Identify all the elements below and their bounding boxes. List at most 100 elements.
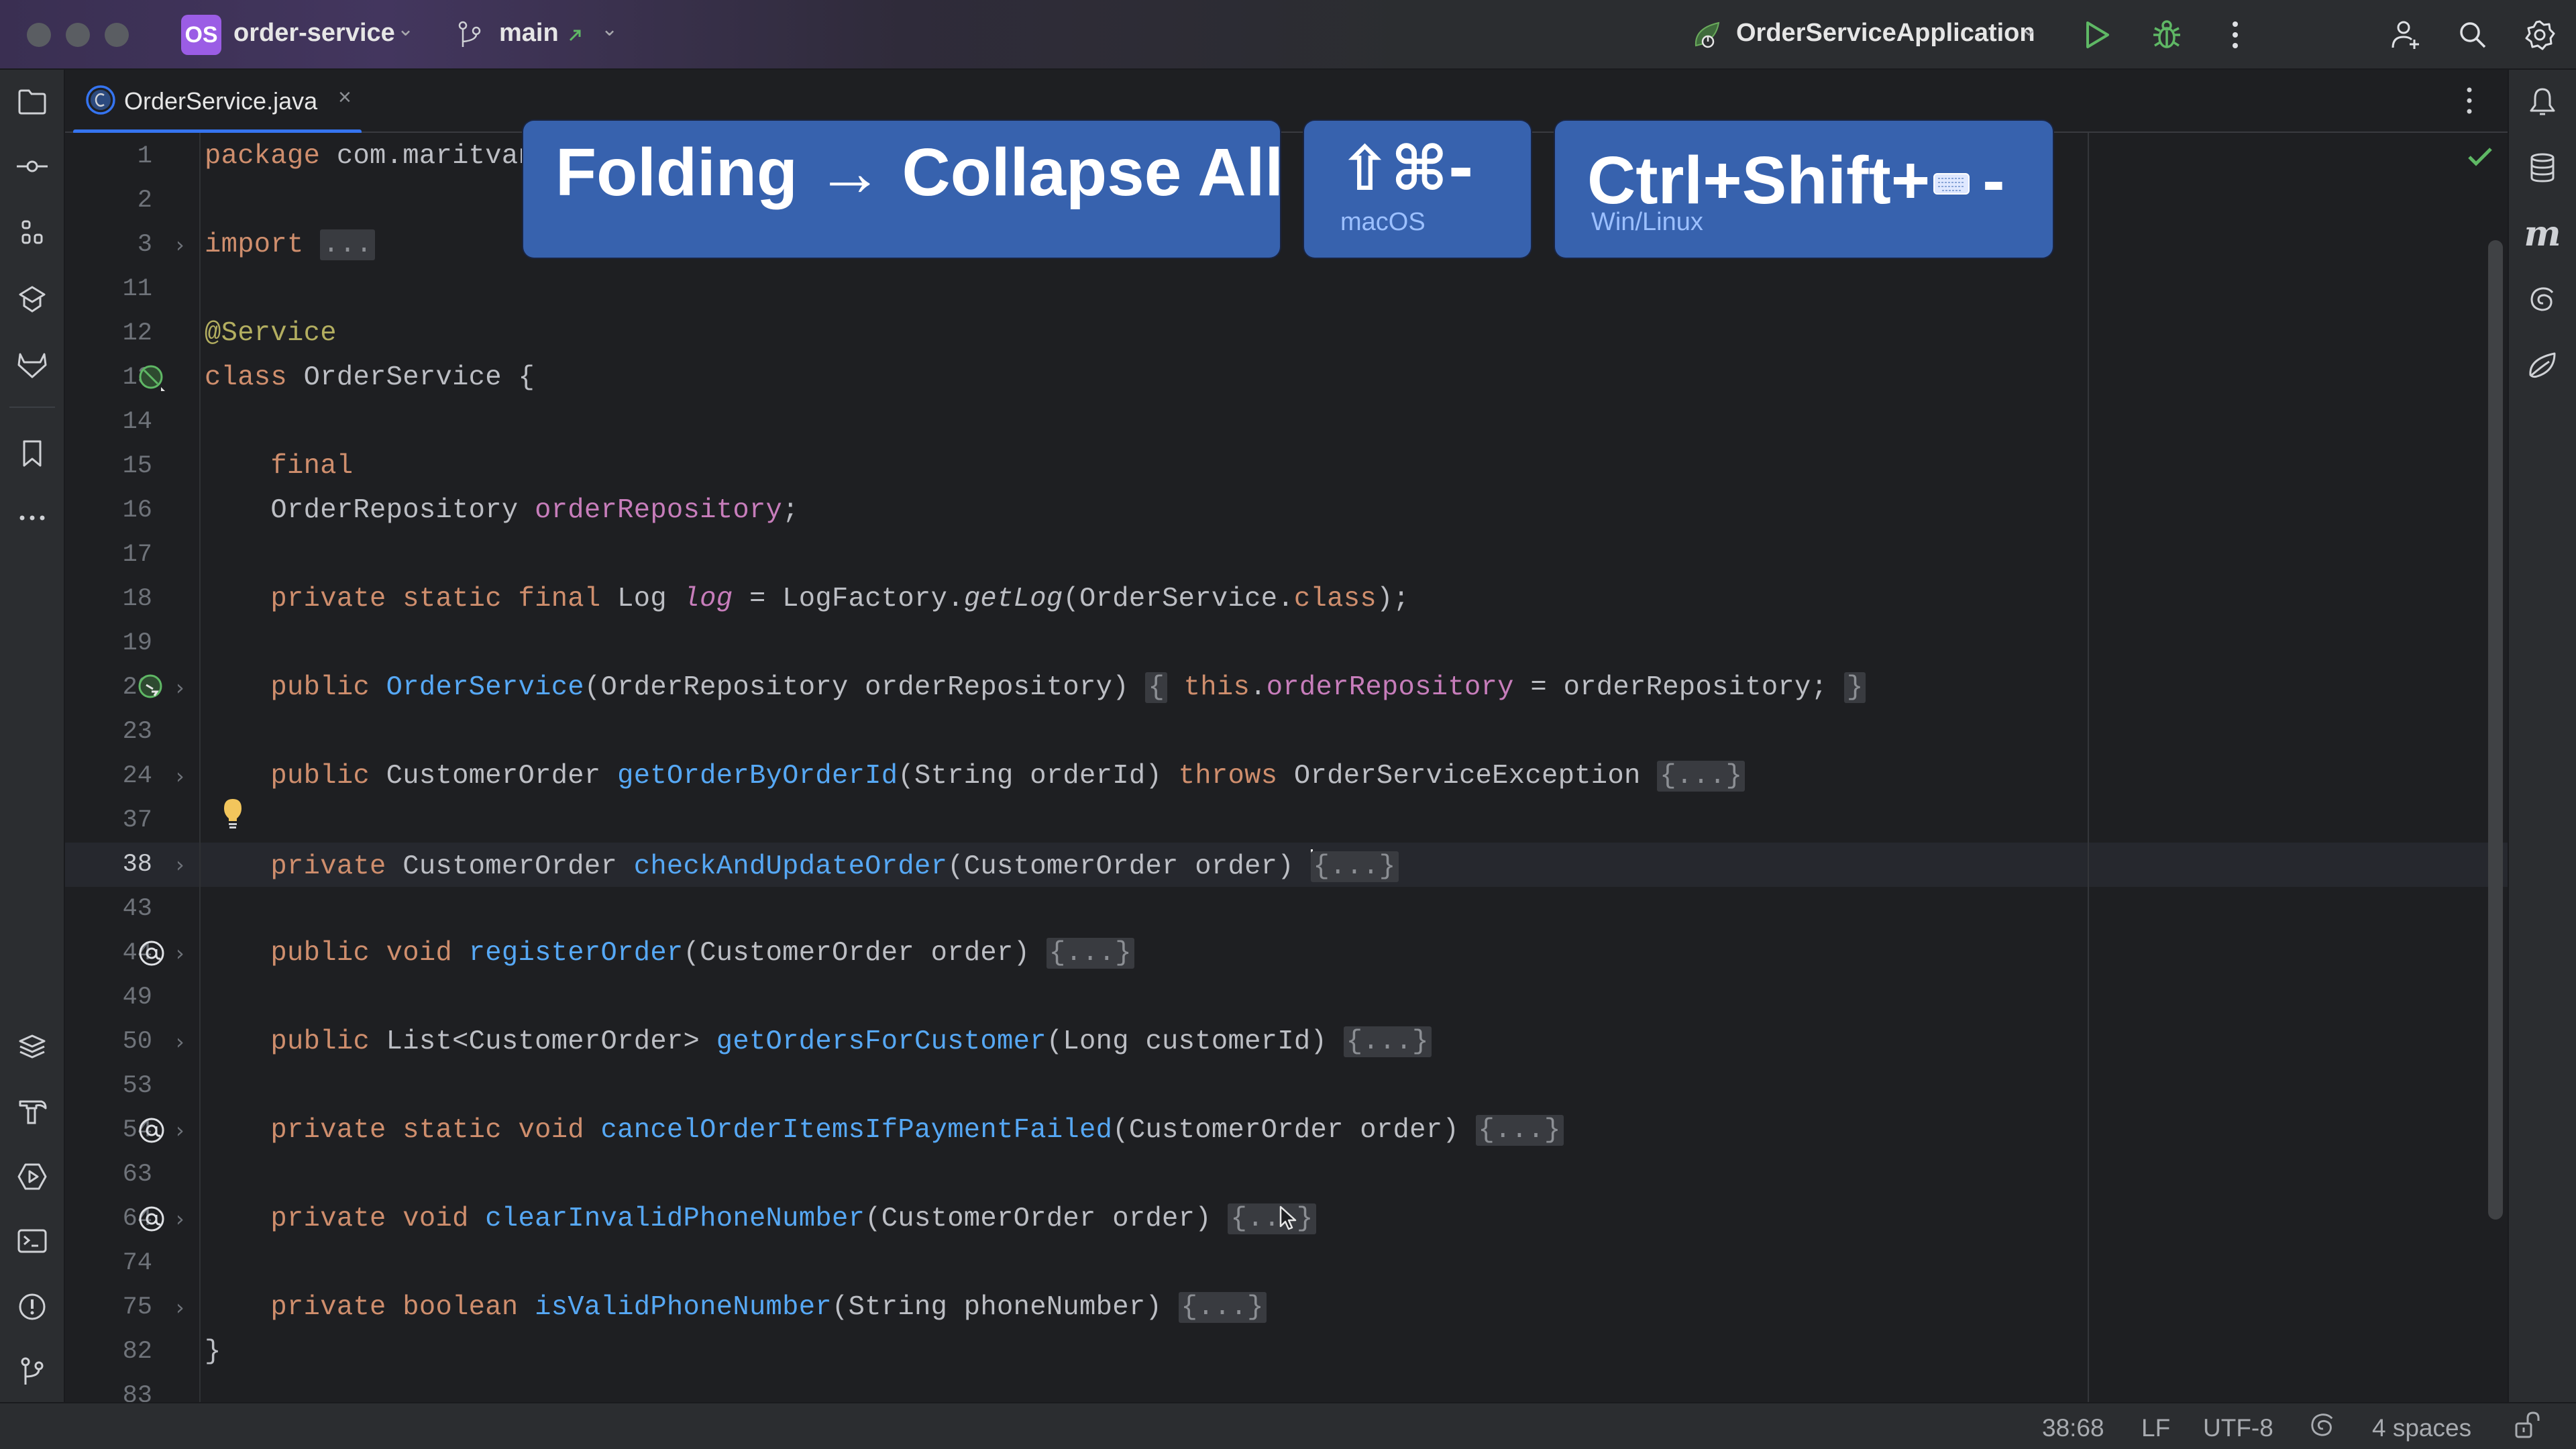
code-line[interactable]: 18 private static final Log log = LogFac…	[65, 577, 2508, 621]
fold-expand-chevron-icon[interactable]: ›	[176, 852, 184, 877]
file-encoding[interactable]: UTF-8	[2203, 1414, 2273, 1442]
line-number[interactable]: 17	[105, 541, 152, 569]
bookmarks-icon[interactable]	[15, 436, 50, 471]
folded-region-placeholder[interactable]: {...}	[1657, 761, 1746, 792]
code-line[interactable]: 83	[65, 1374, 2508, 1402]
code-line[interactable]: 54 › private static void cancelOrderItems…	[65, 1108, 2508, 1152]
vertical-scrollbar[interactable]	[2488, 240, 2503, 1220]
line-number[interactable]: 14	[105, 408, 152, 436]
code-line[interactable]: 63	[65, 1152, 2508, 1197]
folded-region-placeholder[interactable]: {...}	[1046, 938, 1134, 969]
fold-expand-chevron-icon[interactable]: ›	[176, 675, 184, 700]
structure-icon[interactable]	[15, 216, 50, 251]
chevron-down-icon[interactable]: ⌄	[397, 17, 414, 41]
code-line[interactable]: 53	[65, 1064, 2508, 1108]
settings-gear-icon[interactable]	[2522, 17, 2557, 52]
line-number[interactable]: 19	[105, 629, 152, 657]
run-services-icon[interactable]	[15, 1159, 50, 1194]
line-separator[interactable]: LF	[2141, 1414, 2170, 1442]
close-tab-icon[interactable]: ×	[338, 85, 352, 111]
intention-lightbulb-icon[interactable]	[221, 797, 244, 834]
line-number[interactable]: 15	[105, 452, 152, 480]
code-line[interactable]: 17	[65, 533, 2508, 577]
fold-expand-chevron-icon[interactable]: ›	[176, 941, 184, 966]
line-number[interactable]: 12	[105, 319, 152, 347]
code-line[interactable]: 19	[65, 621, 2508, 665]
project-folder-icon[interactable]	[15, 85, 50, 119]
line-number[interactable]: 23	[105, 718, 152, 746]
database-icon[interactable]	[2525, 150, 2560, 185]
at-icon[interactable]	[136, 1203, 167, 1234]
fold-expand-chevron-icon[interactable]: ›	[176, 763, 184, 789]
line-number[interactable]: 53	[105, 1072, 152, 1100]
line-number[interactable]: 2	[105, 186, 152, 215]
code-line[interactable]: 75 › private boolean isValidPhoneNumber(S…	[65, 1285, 2508, 1330]
line-number[interactable]: 18	[105, 585, 152, 613]
code-line[interactable]: 24 › public CustomerOrder getOrderByOrder…	[65, 754, 2508, 798]
fold-expand-chevron-icon[interactable]: ›	[176, 1295, 184, 1320]
gitlab-icon[interactable]	[15, 347, 50, 382]
spring-leaf-icon[interactable]	[2525, 347, 2560, 382]
code-line[interactable]: 44 › public void registerOrder(CustomerOr…	[65, 931, 2508, 975]
more-vertical-icon[interactable]	[2218, 17, 2253, 52]
line-number[interactable]: 74	[105, 1249, 152, 1277]
line-number[interactable]: 38	[105, 851, 152, 879]
spring-bean-icon[interactable]	[136, 362, 167, 393]
code-line[interactable]: 11	[65, 267, 2508, 311]
project-name-dropdown[interactable]: order-service	[233, 19, 395, 48]
git-icon[interactable]	[15, 1354, 50, 1389]
code-line[interactable]: 14	[65, 400, 2508, 444]
branch-name-dropdown[interactable]: main	[499, 19, 559, 48]
line-number[interactable]: 75	[105, 1293, 152, 1322]
code-line[interactable]: 1 package com.maritvan	[65, 134, 2508, 178]
line-number[interactable]: 50	[105, 1028, 152, 1056]
folded-region-placeholder[interactable]: ...	[320, 229, 376, 260]
project-badge[interactable]: OS	[181, 15, 221, 55]
ai-assistant-status-icon[interactable]	[2309, 1411, 2336, 1444]
line-number[interactable]: 24	[105, 762, 152, 790]
add-user-icon[interactable]	[2388, 17, 2423, 52]
folded-region-placeholder[interactable]: {	[1145, 672, 1168, 703]
code-line[interactable]: 38 › private CustomerOrder checkAndUpdate…	[65, 843, 2508, 887]
line-number[interactable]: 43	[105, 895, 152, 923]
code-line[interactable]: 50 › public List<CustomerOrder> getOrders…	[65, 1020, 2508, 1064]
folded-region-placeholder[interactable]: {...}	[1228, 1203, 1316, 1234]
window-minimize-button[interactable]	[66, 23, 90, 47]
line-number[interactable]: 83	[105, 1382, 152, 1402]
fold-expand-chevron-icon[interactable]: ›	[176, 232, 184, 258]
notifications-bell-icon[interactable]	[2525, 85, 2560, 119]
folded-region-placeholder[interactable]: {...}	[1178, 1292, 1267, 1323]
code-line[interactable]: 43	[65, 887, 2508, 931]
line-number[interactable]: 49	[105, 983, 152, 1012]
line-number[interactable]: 37	[105, 806, 152, 835]
spring-inject-icon[interactable]	[136, 672, 167, 703]
code-line[interactable]: 3 › import ...	[65, 223, 2508, 267]
code-line[interactable]: 13 class OrderService {	[65, 356, 2508, 400]
folded-region-placeholder[interactable]: {...}	[1310, 851, 1399, 882]
run-icon[interactable]	[2080, 17, 2114, 52]
code-line[interactable]: 12 @Service	[65, 311, 2508, 356]
at-icon[interactable]	[136, 1115, 167, 1146]
code-line[interactable]: 37	[65, 798, 2508, 843]
window-close-button[interactable]	[27, 23, 51, 47]
terminal-icon[interactable]	[15, 1224, 50, 1258]
caret-position[interactable]: 38:68	[2042, 1414, 2104, 1442]
build-hammer-icon[interactable]	[15, 1093, 50, 1128]
chevron-down-icon[interactable]: ⌄	[2021, 17, 2037, 41]
folded-region-placeholder[interactable]: {...}	[1475, 1115, 1564, 1146]
folded-region-placeholder[interactable]: {...}	[1343, 1026, 1432, 1057]
more-tools-icon[interactable]	[15, 500, 50, 535]
line-number[interactable]: 1	[105, 142, 152, 170]
code-line[interactable]: 49	[65, 975, 2508, 1020]
search-icon[interactable]	[2455, 17, 2490, 52]
commit-icon[interactable]	[15, 149, 50, 184]
code-line[interactable]: 15 final	[65, 444, 2508, 488]
code-line[interactable]: 20 › public OrderService(OrderRepository …	[65, 665, 2508, 710]
no-problems-check-icon[interactable]	[2467, 146, 2493, 171]
line-number[interactable]: 11	[105, 275, 152, 303]
line-number[interactable]: 63	[105, 1161, 152, 1189]
fold-expand-chevron-icon[interactable]: ›	[176, 1206, 184, 1232]
line-number[interactable]: 82	[105, 1338, 152, 1366]
run-configuration-dropdown[interactable]: OrderServiceApplication	[1736, 19, 2035, 48]
line-number[interactable]: 16	[105, 496, 152, 525]
